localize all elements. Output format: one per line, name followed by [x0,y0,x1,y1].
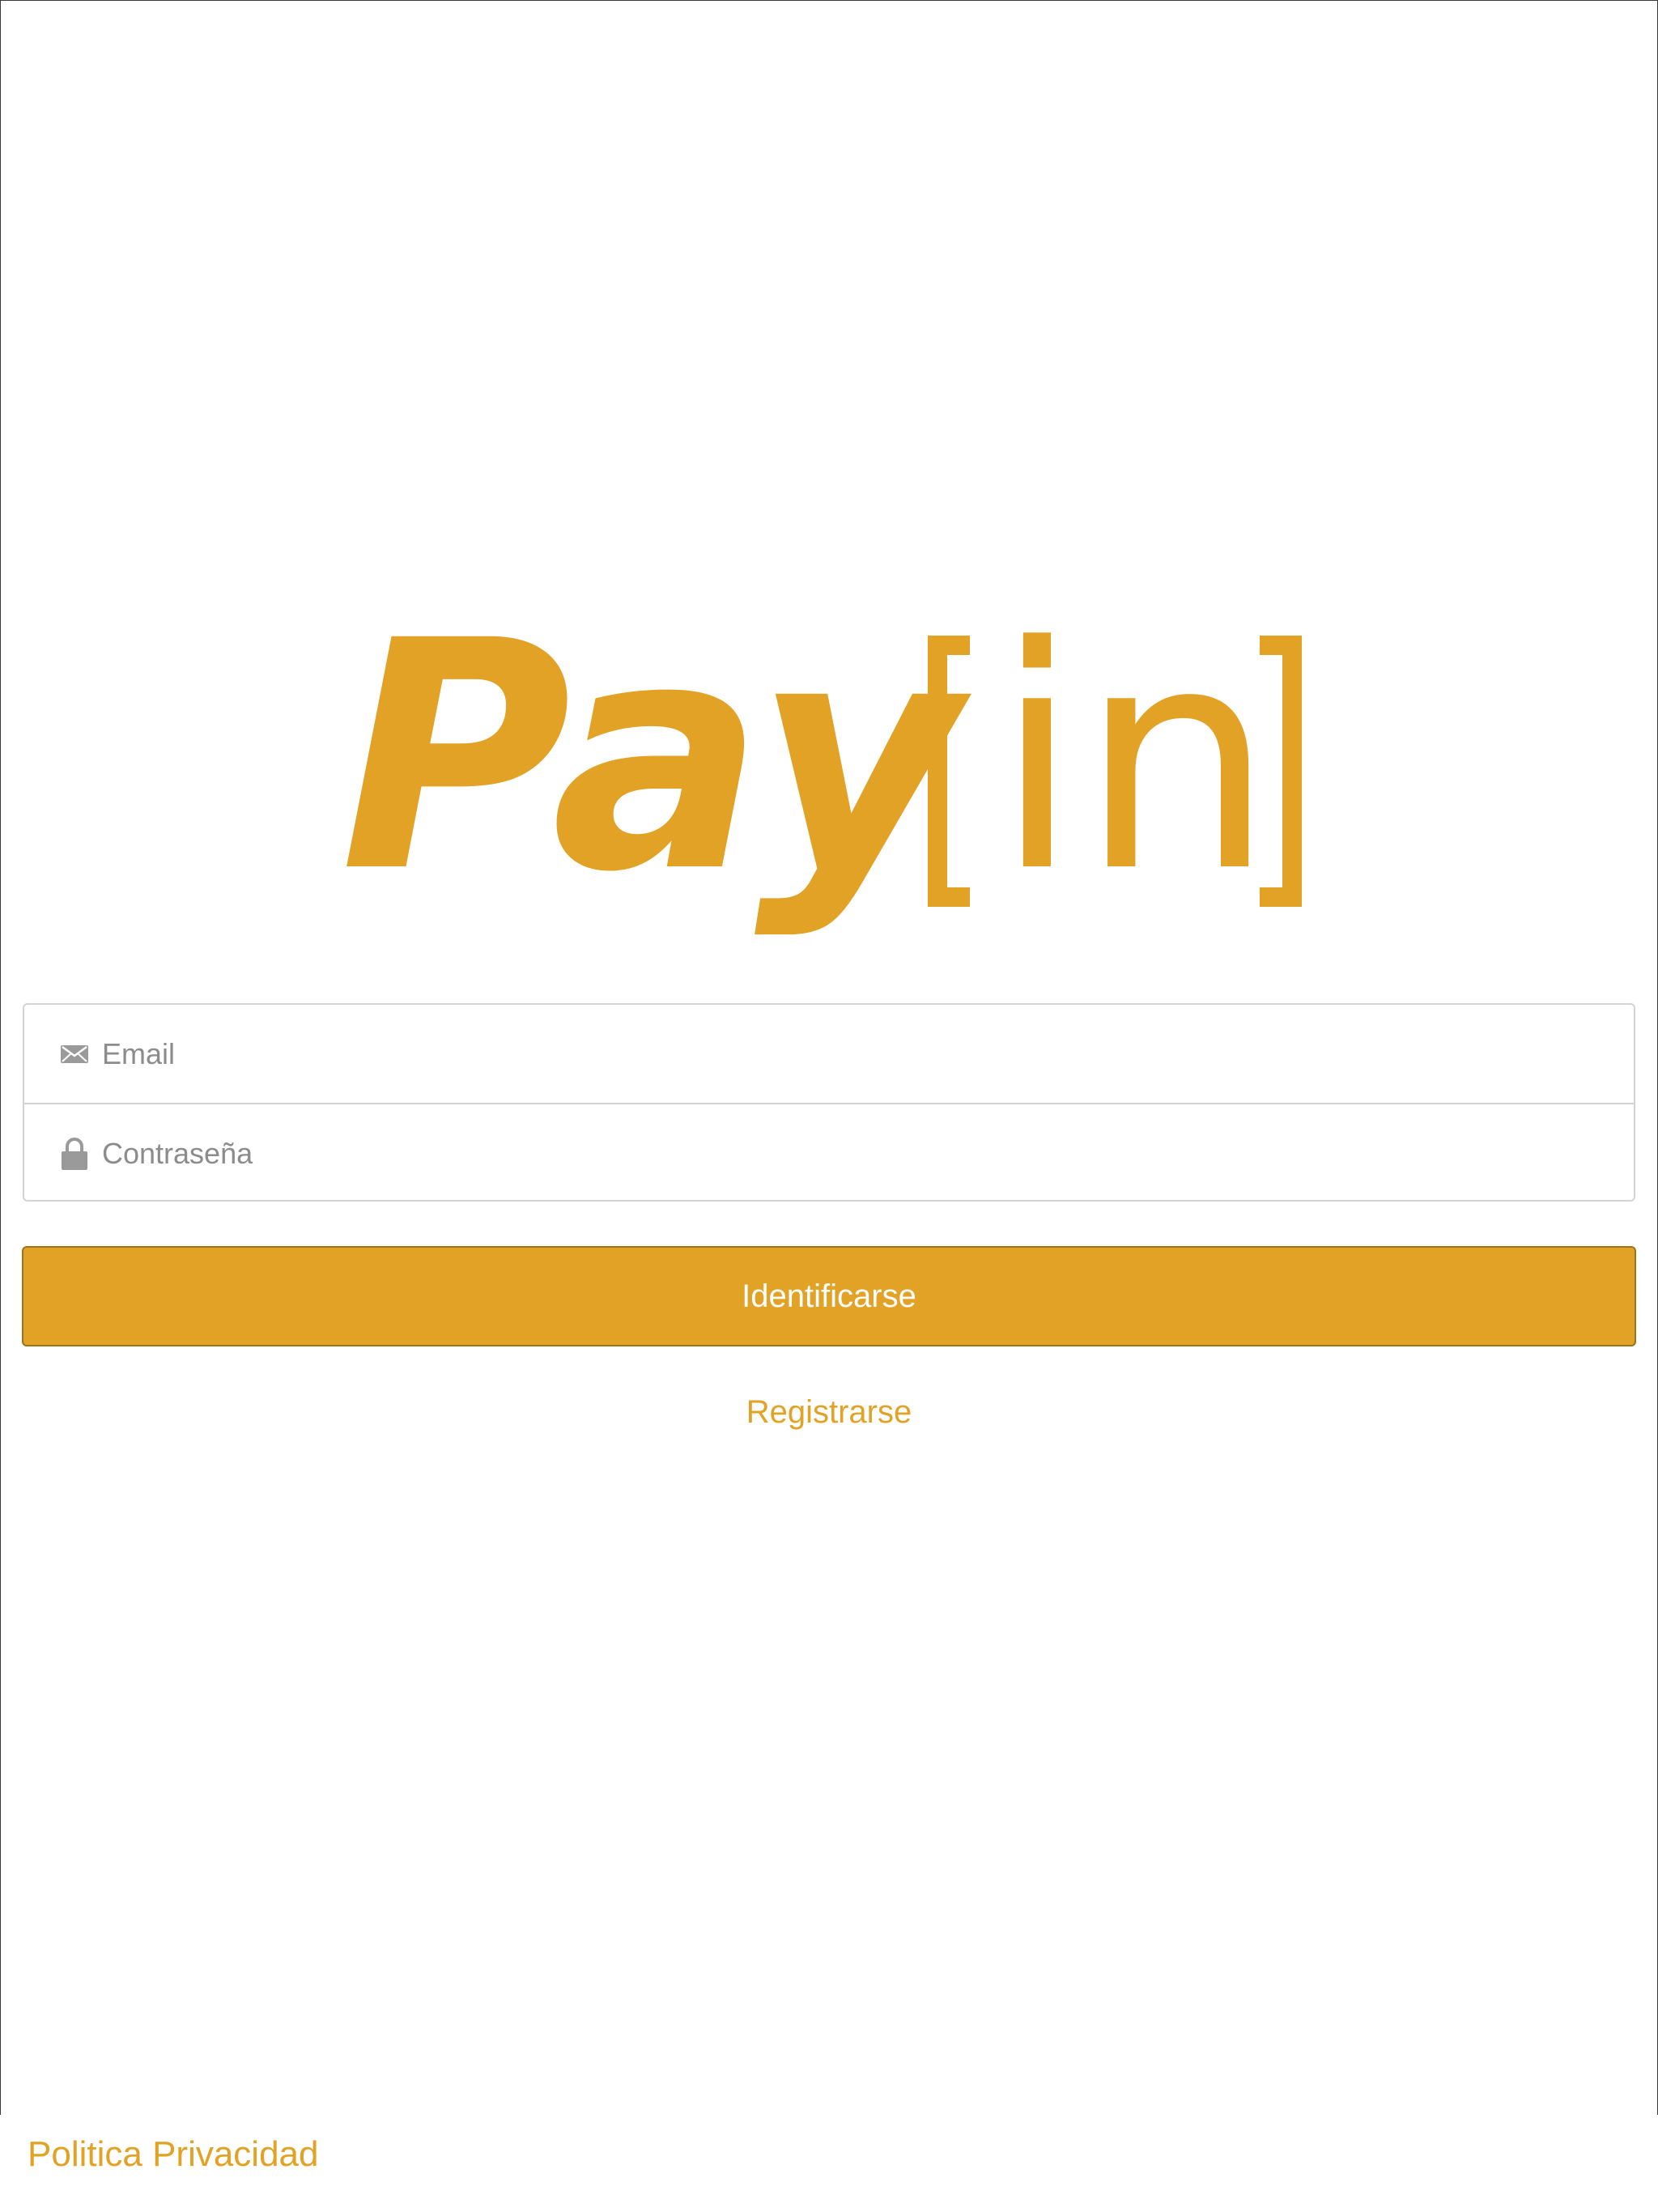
password-row [24,1104,1634,1202]
logo-pay-text: Pay [340,632,971,941]
payin-logo: Pay in [340,632,1302,941]
email-row [24,1005,1634,1104]
email-input[interactable] [102,1021,1634,1087]
register-link[interactable]: Registrarse [0,1394,1658,1431]
logo-in-text: in [994,632,1274,939]
login-button[interactable]: Identificarse [22,1246,1636,1346]
login-fields-group [23,1003,1635,1202]
lock-icon [58,1137,91,1170]
envelope-icon [58,1044,91,1063]
password-input[interactable] [102,1121,1634,1186]
privacy-policy-link[interactable]: Politica Privacidad [28,2134,319,2175]
